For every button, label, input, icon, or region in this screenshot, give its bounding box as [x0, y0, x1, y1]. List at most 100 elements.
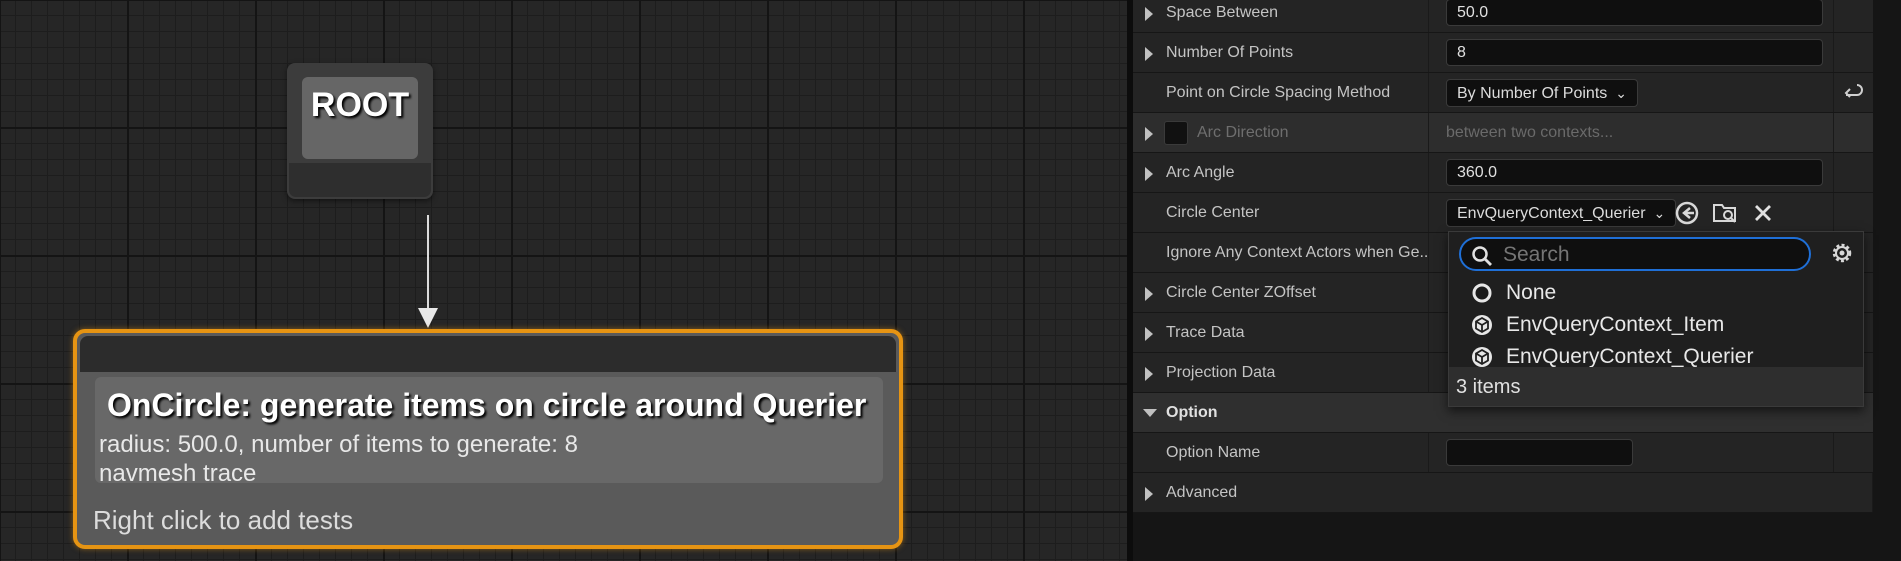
list-item-label: EnvQueryContext_Querier — [1506, 345, 1754, 368]
property-name-cell: Arc Direction — [1133, 113, 1429, 152]
property-row-number-of-points: Number Of Points — [1133, 33, 1873, 73]
property-name-cell: Advanced — [1133, 473, 1873, 512]
property-name-cell: Circle Center ZOffset — [1133, 273, 1429, 312]
property-value-cell — [1429, 0, 1834, 32]
property-row-arc-angle: Arc Angle — [1133, 153, 1873, 193]
expand-arrow-icon[interactable] — [1145, 327, 1153, 341]
browse-folder-icon[interactable] — [1711, 199, 1739, 227]
arc-direction-checkbox[interactable] — [1164, 121, 1188, 145]
blueprint-class-icon — [1472, 315, 1492, 335]
property-name-cell: Trace Data — [1133, 313, 1429, 352]
generator-description-line: radius: 500.0, number of items to genera… — [99, 431, 578, 458]
list-item[interactable]: EnvQueryContext_Item — [1449, 308, 1863, 340]
dropdown-value: EnvQueryContext_Querier — [1457, 205, 1646, 222]
context-class-picker: None EnvQueryContext_Item EnvQueryContex… — [1448, 231, 1864, 407]
property-row-option-name: Option Name — [1133, 433, 1873, 473]
reset-cell — [1834, 193, 1873, 232]
property-value-cell — [1429, 153, 1834, 192]
property-name-cell: Projection Data — [1133, 353, 1429, 392]
property-name-cell: Arc Angle — [1133, 153, 1429, 192]
property-label: Advanced — [1166, 484, 1238, 501]
property-row-spacing-method: Point on Circle Spacing Method By Number… — [1133, 73, 1873, 113]
expand-arrow-icon[interactable] — [1145, 167, 1153, 181]
list-item-label: EnvQueryContext_Item — [1506, 313, 1725, 336]
space-between-input[interactable] — [1446, 0, 1823, 26]
property-name-cell: Point on Circle Spacing Method — [1133, 73, 1429, 112]
list-item-label: None — [1506, 281, 1557, 304]
property-label: Trace Data — [1166, 324, 1245, 341]
reset-cell — [1834, 0, 1873, 32]
generator-node[interactable]: OnCircle: generate items on circle aroun… — [73, 329, 903, 549]
property-name-cell: Ignore Any Context Actors when Ge... — [1133, 233, 1433, 272]
clear-icon[interactable] — [1749, 199, 1777, 227]
connection-arrow-icon — [418, 308, 438, 328]
number-of-points-input[interactable] — [1446, 39, 1823, 66]
gear-icon[interactable] — [1829, 240, 1855, 266]
dropdown-value: By Number Of Points — [1457, 85, 1608, 102]
expand-arrow-icon[interactable] — [1145, 127, 1153, 141]
property-row-space-between: Space Between — [1133, 0, 1873, 33]
expand-arrow-icon[interactable] — [1145, 7, 1153, 21]
property-value-cell: By Number Of Points ⌄ — [1429, 73, 1834, 112]
property-value-cell: between two contexts... — [1429, 113, 1834, 152]
generator-node-body: OnCircle: generate items on circle aroun… — [95, 377, 883, 487]
property-label: Space Between — [1166, 4, 1279, 21]
root-node-output-pin[interactable] — [289, 163, 431, 197]
property-label: Point on Circle Spacing Method — [1166, 84, 1391, 101]
property-name-cell: Option Name — [1133, 433, 1429, 472]
add-tests-hint: Right click to add tests — [93, 505, 354, 535]
class-list: None EnvQueryContext_Item EnvQueryContex… — [1449, 276, 1863, 372]
none-circle-icon — [1472, 283, 1492, 303]
list-item[interactable]: None — [1449, 276, 1863, 308]
option-name-input[interactable] — [1446, 439, 1633, 466]
connection-wire — [427, 215, 429, 315]
root-node-title: ROOT — [310, 86, 410, 124]
property-label: Number Of Points — [1166, 44, 1294, 61]
property-label: Projection Data — [1166, 364, 1276, 381]
chevron-down-icon: ⌄ — [1653, 205, 1666, 221]
root-node[interactable]: ROOT — [287, 63, 433, 199]
generator-node-input-pin[interactable] — [80, 336, 896, 372]
property-label: Circle Center ZOffset — [1166, 284, 1316, 301]
chevron-down-icon: ⌄ — [1615, 85, 1628, 101]
property-name-cell: Space Between — [1133, 0, 1429, 32]
property-row-advanced: Advanced — [1133, 473, 1873, 513]
reset-cell — [1834, 113, 1873, 152]
property-name-cell: Circle Center — [1133, 193, 1429, 232]
reset-cell — [1834, 433, 1873, 472]
property-row-circle-center: Circle Center EnvQueryContext_Querier ⌄ — [1133, 193, 1873, 233]
item-count-bar: 3 items — [1449, 367, 1863, 406]
graph-editor[interactable]: ROOT OnCircle: generate items on circle … — [0, 0, 1127, 561]
property-value-cell: EnvQueryContext_Querier ⌄ — [1429, 193, 1834, 232]
generator-node-title: OnCircle: generate items on circle aroun… — [107, 387, 867, 423]
use-selected-icon[interactable] — [1673, 199, 1701, 227]
search-box[interactable] — [1459, 237, 1811, 271]
property-label: Ignore Any Context Actors when Ge... — [1166, 244, 1433, 261]
reset-cell — [1834, 33, 1873, 72]
property-label: Circle Center — [1166, 204, 1260, 221]
property-label: Option Name — [1166, 444, 1261, 461]
expand-arrow-icon[interactable] — [1145, 47, 1153, 61]
expand-arrow-icon[interactable] — [1145, 287, 1153, 301]
generator-node-description: radius: 500.0, number of items to genera… — [99, 430, 578, 488]
item-count-label: 3 items — [1456, 376, 1521, 398]
category-label: Option — [1166, 404, 1218, 421]
property-row-arc-direction: Arc Direction between two contexts... — [1133, 113, 1873, 153]
property-value-cell — [1429, 433, 1834, 472]
property-label: Arc Angle — [1166, 164, 1235, 181]
property-value-cell — [1429, 33, 1834, 72]
circle-center-dropdown[interactable]: EnvQueryContext_Querier ⌄ — [1446, 199, 1677, 227]
spacing-method-dropdown[interactable]: By Number Of Points ⌄ — [1446, 79, 1639, 107]
generator-description-line: navmesh trace — [99, 460, 257, 487]
expand-arrow-icon[interactable] — [1145, 367, 1153, 381]
collapse-arrow-icon[interactable] — [1143, 409, 1157, 417]
arc-angle-input[interactable] — [1446, 159, 1823, 186]
search-icon — [1472, 246, 1492, 266]
reset-cell — [1834, 73, 1873, 112]
arc-direction-value: between two contexts... — [1446, 124, 1614, 141]
reset-to-default-icon[interactable] — [1844, 83, 1864, 103]
expand-arrow-icon[interactable] — [1145, 487, 1153, 501]
search-input[interactable] — [1501, 242, 1795, 268]
blueprint-class-icon — [1472, 347, 1492, 367]
reset-cell — [1834, 153, 1873, 192]
